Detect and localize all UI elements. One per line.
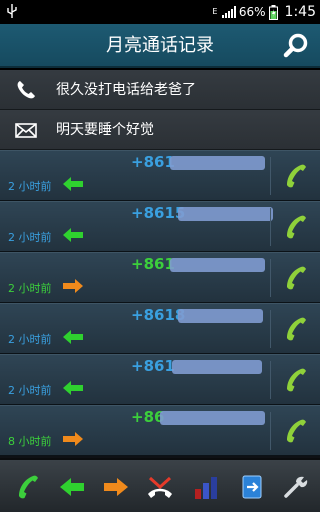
- settings-wrench-icon[interactable]: [282, 474, 310, 500]
- redacted-number-mask: [170, 156, 265, 170]
- call-log-row[interactable]: +861 2 小时前: [0, 354, 320, 405]
- call-log-row[interactable]: +8618 2 小时前: [0, 303, 320, 354]
- quick-action-label: 很久没打电话给老爸了: [56, 82, 196, 98]
- redacted-number-mask: [172, 360, 262, 374]
- redacted-number-mask: [178, 309, 263, 323]
- usb-icon: [7, 4, 17, 18]
- call-time: 8 小时前: [8, 435, 52, 448]
- call-back-icon[interactable]: [284, 367, 308, 393]
- signal-icon: [221, 6, 236, 18]
- missed-calls-icon[interactable]: [146, 474, 174, 500]
- redacted-number-mask: [178, 207, 273, 221]
- app-header: 月亮通话记录: [0, 24, 320, 68]
- row-divider: [270, 259, 271, 297]
- row-divider: [270, 361, 271, 399]
- call-time: 2 小时前: [8, 333, 52, 346]
- incoming-calls-icon[interactable]: [58, 474, 86, 500]
- row-divider: [270, 157, 271, 195]
- network-type-label: E: [212, 7, 218, 16]
- quick-action-message[interactable]: 明天要睡个好觉: [0, 110, 320, 150]
- quick-action-call-dad[interactable]: 很久没打电话给老爸了: [0, 70, 320, 110]
- call-log-list: 很久没打电话给老爸了 明天要睡个好觉 +861 2 小时前 +8615 2 小时…: [0, 70, 320, 458]
- incoming-arrow-icon: [63, 381, 83, 395]
- call-back-icon[interactable]: [284, 214, 308, 240]
- phone-number: +861: [131, 357, 175, 375]
- outgoing-arrow-icon: [63, 279, 83, 293]
- phone-icon: [17, 81, 35, 99]
- outgoing-calls-icon[interactable]: [102, 474, 130, 500]
- incoming-arrow-icon: [63, 177, 83, 191]
- page-title: 月亮通话记录: [106, 35, 214, 56]
- call-back-icon[interactable]: [284, 163, 308, 189]
- incoming-arrow-icon: [63, 330, 83, 344]
- call-log-row[interactable]: +861 2 小时前: [0, 150, 320, 201]
- statistics-icon[interactable]: [192, 474, 220, 500]
- phone-number: +861: [131, 255, 175, 273]
- all-calls-icon[interactable]: [14, 474, 42, 500]
- call-back-icon[interactable]: [284, 316, 308, 342]
- clock: 1:45: [284, 4, 316, 20]
- call-back-icon[interactable]: [284, 265, 308, 291]
- quick-action-label: 明天要睡个好觉: [56, 122, 154, 138]
- call-log-row[interactable]: +861 2 小时前: [0, 252, 320, 303]
- export-icon[interactable]: [238, 474, 266, 500]
- battery-percent: 66%: [238, 5, 266, 19]
- phone-number: +861: [131, 153, 175, 171]
- call-time: 2 小时前: [8, 231, 52, 244]
- battery-charging-icon: [268, 4, 278, 20]
- outgoing-arrow-icon: [63, 432, 83, 446]
- envelope-icon: [15, 123, 37, 138]
- status-bar: E 66% 1:45: [0, 0, 320, 24]
- row-divider: [270, 208, 271, 246]
- call-log-row[interactable]: +86 8 小时前: [0, 405, 320, 456]
- row-divider: [270, 310, 271, 348]
- call-back-icon[interactable]: [284, 418, 308, 444]
- call-time: 2 小时前: [8, 282, 52, 295]
- status-indicators: E 66% 1:45: [211, 0, 316, 24]
- incoming-arrow-icon: [63, 228, 83, 242]
- redacted-number-mask: [160, 411, 265, 425]
- row-divider: [270, 412, 271, 450]
- call-log-row[interactable]: +8615 2 小时前: [0, 201, 320, 252]
- bottom-toolbar: [0, 458, 320, 512]
- call-time: 2 小时前: [8, 180, 52, 193]
- call-time: 2 小时前: [8, 384, 52, 397]
- redacted-number-mask: [170, 258, 265, 272]
- search-icon[interactable]: [282, 32, 310, 60]
